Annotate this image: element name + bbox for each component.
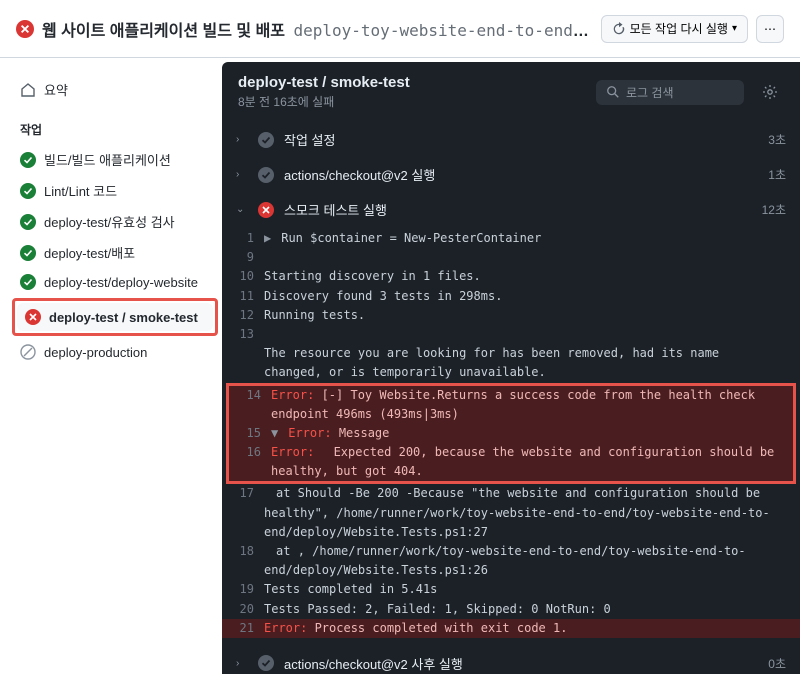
highlight-error-block: 14Error: [-] Toy Website.Returns a succe… [226,383,796,485]
run-name: deploy-toy-website-end-to-end #2 [293,21,592,40]
log-line[interactable]: 12Running tests. [222,306,800,325]
chevron-down-icon: ⌄ [236,204,248,215]
log-line[interactable]: The resource you are looking for has bee… [222,344,800,382]
success-icon [20,183,36,199]
sidebar-summary-label: 요약 [44,80,68,99]
sidebar: 요약 작업 빌드/빌드 애플리케이션 Lint/Lint 코드 deploy-tes… [0,58,222,674]
sidebar-item-label: deploy-test/유효성 검사 [44,212,175,231]
success-icon [258,167,274,183]
log-line[interactable]: 1▶ Run $container = New-PesterContainer [222,229,800,248]
step-row-3[interactable]: › actions/checkout@v2 사후 실행 0초 [222,646,800,674]
chevron-right-icon: › [236,169,248,180]
sidebar-item-2[interactable]: deploy-test/유효성 검사 [12,206,222,237]
sidebar-item-label: 빌드/빌드 애플리케이션 [44,150,171,169]
sidebar-item-5[interactable]: deploy-test / smoke-test [17,303,213,331]
settings-button[interactable] [756,78,784,106]
step-row-0[interactable]: › 작업 설정 3초 [222,122,800,157]
sidebar-item-label: deploy-production [44,345,147,360]
kebab-icon: ⋯ [764,22,776,36]
log-header: deploy-test / smoke-test 8분 전 16초에 실패 로그… [222,62,800,122]
fail-icon [25,309,41,325]
step-label: 작업 설정 [284,130,758,149]
step-duration: 0초 [768,655,786,672]
log-line[interactable]: 20Tests Passed: 2, Failed: 1, Skipped: 0… [222,600,800,619]
chevron-right-icon: › [236,134,248,145]
success-icon [20,245,36,261]
sidebar-item-3[interactable]: deploy-test/배포 [12,237,222,268]
success-icon [20,214,36,230]
log-line[interactable]: 11Discovery found 3 tests in 298ms. [222,287,800,306]
job-subtitle: 8분 전 16초에 실패 [238,93,584,110]
header-bar: 웹 사이트 애플리케이션 빌드 및 배포 deploy-toy-website-… [0,0,800,58]
highlight-current-job: deploy-test / smoke-test [12,298,218,336]
sidebar-jobs-heading: 작업 [12,115,222,144]
sidebar-summary[interactable]: 요약 [12,74,222,105]
log-line[interactable]: 13 [222,325,800,344]
log-line[interactable]: 14Error: [-] Toy Website.Returns a succe… [229,386,793,424]
success-icon [20,152,36,168]
sidebar-item-label: deploy-test/배포 [44,243,135,262]
log-body: 1▶ Run $container = New-PesterContainer9… [222,227,800,646]
job-title: deploy-test / smoke-test [238,74,584,91]
sidebar-item-1[interactable]: Lint/Lint 코드 [12,175,222,206]
log-line[interactable]: 19Tests completed in 5.41s [222,580,800,599]
log-line[interactable]: 18at , /home/runner/work/toy-website-end… [222,542,800,580]
sync-icon [612,22,626,36]
chevron-right-icon: › [236,658,248,669]
log-panel: deploy-test / smoke-test 8분 전 16초에 실패 로그… [222,62,800,674]
log-line[interactable]: 15▼ Error: Message [229,424,793,443]
sidebar-item-label: deploy-test/deploy-website [44,275,198,290]
step-duration: 1초 [768,166,786,183]
step-row-2[interactable]: ⌄ 스모크 테스트 실행 12초 [222,192,800,227]
rerun-all-button[interactable]: 모든 작업 다시 실행 ▾ [601,15,748,43]
log-line[interactable]: 17at Should -Be 200 -Because "the websit… [222,484,800,542]
log-line[interactable]: 10Starting discovery in 1 files. [222,267,800,286]
step-duration: 3초 [768,131,786,148]
sidebar-item-4[interactable]: deploy-test/deploy-website [12,268,222,296]
success-icon [258,132,274,148]
header-title-group: 웹 사이트 애플리케이션 빌드 및 배포 deploy-toy-website-… [16,17,593,41]
sidebar-item-0[interactable]: 빌드/빌드 애플리케이션 [12,144,222,175]
success-icon [258,655,274,671]
success-icon [20,274,36,290]
search-placeholder: 로그 검색 [626,84,674,101]
skipped-icon [20,344,36,360]
more-button[interactable]: ⋯ [756,15,784,43]
sidebar-item-label: deploy-test / smoke-test [49,310,198,325]
steps-list: › 작업 설정 3초 › actions/checkout@v2 실행 1초 ⌄ 스모크 테스… [222,122,800,674]
log-line[interactable]: 16Error: Expected 200, because the websi… [229,443,793,481]
chevron-down-icon: ▾ [732,23,737,34]
sidebar-item-label: Lint/Lint 코드 [44,181,117,200]
sidebar-item-6[interactable]: deploy-production [12,338,222,366]
search-icon [606,85,620,99]
fail-icon [16,20,34,38]
step-duration: 12초 [762,201,786,218]
step-label: 스모크 테스트 실행 [284,200,752,219]
step-label: actions/checkout@v2 실행 [284,165,758,184]
step-row-1[interactable]: › actions/checkout@v2 실행 1초 [222,157,800,192]
step-label: actions/checkout@v2 사후 실행 [284,654,758,673]
log-search[interactable]: 로그 검색 [596,80,744,105]
log-line[interactable]: 9 [222,248,800,267]
fail-icon [258,202,274,218]
workflow-title: 웹 사이트 애플리케이션 빌드 및 배포 deploy-toy-website-… [42,17,593,41]
gear-icon [762,84,778,100]
home-icon [20,82,36,98]
log-line[interactable]: 21Error: Process completed with exit cod… [222,619,800,638]
